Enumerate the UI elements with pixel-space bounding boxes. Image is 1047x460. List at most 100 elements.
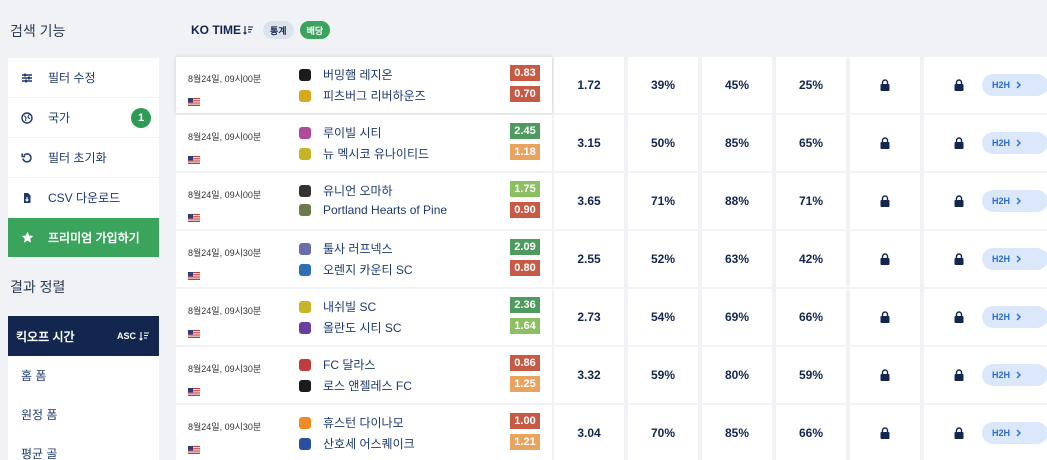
team-logo-icon: [299, 416, 311, 429]
team-logo-icon: [299, 242, 311, 255]
us-flag-icon: [188, 327, 200, 338]
match-cell[interactable]: 8월24일, 09시30분 휴스턴 다이나모 산호세 어스퀘이크 1.00 1.21: [176, 405, 552, 460]
sidebar-item-label: 프리미엄 가입하기: [48, 231, 140, 245]
table-row[interactable]: 8월24일, 09시00분 루이빌 시티 뉴 멕시코 유나이티드 2.45 1.18 3.…: [176, 115, 1047, 171]
locked-stat[interactable]: [850, 347, 920, 403]
home-odds: 2.45: [510, 123, 540, 139]
stat-pct-3: 71%: [776, 173, 846, 229]
match-cell[interactable]: 8월24일, 09시00분 버밍햄 레지온 피츠버그 리버하운즈 0.83 0.70: [176, 57, 552, 113]
table-row[interactable]: 8월24일, 09시30분 휴스턴 다이나모 산호세 어스퀘이크 1.00 1.21 3.…: [176, 405, 1047, 460]
sort-desc-icon: [243, 26, 253, 35]
locked-stat[interactable]: [850, 173, 920, 229]
team-logo-icon: [299, 68, 311, 81]
lock-icon: [879, 137, 891, 149]
home-team[interactable]: 루이빌 시티: [299, 124, 382, 141]
home-team-name: FC 달라스: [323, 358, 376, 372]
home-team-name: 루이빌 시티: [323, 126, 382, 140]
away-odds: 0.70: [510, 86, 540, 102]
xg-value: 2.55: [554, 231, 624, 287]
h2h-button[interactable]: H2H: [982, 132, 1047, 154]
home-team[interactable]: 툴사 러프넥스: [299, 240, 393, 257]
chevron-right-icon: [1016, 371, 1022, 379]
xg-value: 3.04: [554, 405, 624, 460]
sort-direction[interactable]: ASC: [117, 331, 149, 341]
h2h-button[interactable]: H2H: [982, 364, 1047, 386]
lock-icon: [953, 311, 965, 323]
sort-item-avg-goals[interactable]: 평균 골: [8, 434, 159, 460]
match-cell[interactable]: 8월24일, 09시00분 루이빌 시티 뉴 멕시코 유나이티드 2.45 1.18: [176, 115, 552, 171]
us-flag-icon: [188, 153, 200, 164]
match-cell[interactable]: 8월24일, 09시30분 툴사 러프넥스 오렌지 카운티 SC 2.09 0.80: [176, 231, 552, 287]
table-row[interactable]: 8월24일, 09시30분 내쉬빌 SC 올란도 시티 SC 2.36 1.64 2.73…: [176, 289, 1047, 345]
h2h-button[interactable]: H2H: [982, 248, 1047, 270]
away-team[interactable]: 로스 앤젤레스 FC: [299, 377, 412, 394]
team-logo-icon: [299, 126, 311, 139]
lock-icon: [879, 79, 891, 91]
lock-icon: [879, 311, 891, 323]
h2h-button[interactable]: H2H: [982, 422, 1047, 444]
team-logo-icon: [299, 89, 311, 102]
ko-time-sort[interactable]: KO TIME: [191, 23, 253, 37]
sort-item-label: 킥오프 시간: [16, 329, 75, 344]
h2h-button[interactable]: H2H: [982, 74, 1047, 96]
away-odds: 0.90: [510, 202, 540, 218]
stats-toggle[interactable]: 통계: [263, 21, 294, 39]
away-team-name: 산호세 어스퀘이크: [323, 437, 415, 451]
chevron-right-icon: [1016, 255, 1022, 263]
locked-stat[interactable]: [850, 115, 920, 171]
home-team-name: 내쉬빌 SC: [323, 300, 377, 314]
sidebar-menu: 필터 수정 국가 1 필터 초기화 CSV 다운로드 프리미엄 가입하기: [8, 58, 159, 258]
home-team[interactable]: 내쉬빌 SC: [299, 298, 376, 315]
sidebar-item-premium[interactable]: 프리미엄 가입하기: [8, 218, 159, 258]
sidebar-item-label: 국가: [48, 111, 71, 125]
match-cell[interactable]: 8월24일, 09시30분 내쉬빌 SC 올란도 시티 SC 2.36 1.64: [176, 289, 552, 345]
team-logo-icon: [299, 204, 311, 216]
sidebar-item-label: 필터 수정: [48, 71, 96, 85]
sort-item-home-form[interactable]: 홈 폼: [8, 356, 159, 395]
sidebar-item-reset-filter[interactable]: 필터 초기화: [8, 138, 159, 178]
stat-pct-1: 59%: [628, 347, 698, 403]
sort-item-kickoff[interactable]: 킥오프 시간 ASC: [8, 316, 159, 356]
away-team-name: 뉴 멕시코 유나이티드: [323, 147, 430, 161]
us-flag-icon: [188, 443, 200, 454]
away-team[interactable]: 뉴 멕시코 유나이티드: [299, 145, 429, 162]
away-team[interactable]: 피츠버그 리버하운즈: [299, 87, 426, 104]
locked-stat[interactable]: [850, 405, 920, 460]
home-odds: 0.86: [510, 355, 540, 371]
stat-pct-1: 71%: [628, 173, 698, 229]
stat-pct-3: 66%: [776, 289, 846, 345]
lock-icon: [953, 137, 965, 149]
table-row[interactable]: 8월24일, 09시30분 툴사 러프넥스 오렌지 카운티 SC 2.09 0.80 2.…: [176, 231, 1047, 287]
home-team[interactable]: 버밍햄 레지온: [299, 66, 393, 83]
h2h-button[interactable]: H2H: [982, 306, 1047, 328]
table-row[interactable]: 8월24일, 09시30분 FC 달라스 로스 앤젤레스 FC 0.86 1.25 3.3…: [176, 347, 1047, 403]
away-odds: 1.64: [510, 318, 540, 334]
xg-value: 1.72: [554, 57, 624, 113]
locked-stat[interactable]: [850, 289, 920, 345]
away-team[interactable]: 오렌지 카운티 SC: [299, 261, 413, 278]
h2h-button[interactable]: H2H: [982, 190, 1047, 212]
away-team[interactable]: 산호세 어스퀘이크: [299, 435, 415, 452]
table-row[interactable]: 8월24일, 09시00분 유니언 오마하 Portland Hearts of P…: [176, 173, 1047, 229]
home-team[interactable]: 휴스턴 다이나모: [299, 414, 404, 431]
globe-icon: [20, 111, 34, 125]
sidebar-item-edit-filter[interactable]: 필터 수정: [8, 58, 159, 98]
table-row[interactable]: 8월24일, 09시00분 버밍햄 레지온 피츠버그 리버하운즈 0.83 0.70 1.…: [176, 57, 1047, 113]
stat-pct-2: 88%: [702, 173, 772, 229]
stat-pct-3: 66%: [776, 405, 846, 460]
odds-toggle[interactable]: 배당: [299, 21, 331, 39]
away-team[interactable]: 올란도 시티 SC: [299, 319, 402, 336]
away-team-name: 올란도 시티 SC: [323, 321, 402, 335]
match-cell[interactable]: 8월24일, 09시30분 FC 달라스 로스 앤젤레스 FC 0.86 1.25: [176, 347, 552, 403]
home-team[interactable]: 유니언 오마하: [299, 182, 393, 199]
sort-item-away-form[interactable]: 원정 폼: [8, 395, 159, 434]
locked-stat[interactable]: [850, 57, 920, 113]
locked-stat[interactable]: [850, 231, 920, 287]
away-team[interactable]: Portland Hearts of Pine: [299, 203, 447, 217]
sidebar-item-country[interactable]: 국가 1: [8, 98, 159, 138]
match-cell[interactable]: 8월24일, 09시00분 유니언 오마하 Portland Hearts of P…: [176, 173, 552, 229]
chevron-right-icon: [1016, 429, 1022, 437]
home-team[interactable]: FC 달라스: [299, 356, 375, 373]
sidebar-item-csv-download[interactable]: CSV 다운로드: [8, 178, 159, 218]
home-team-name: 툴사 러프넥스: [323, 242, 393, 256]
